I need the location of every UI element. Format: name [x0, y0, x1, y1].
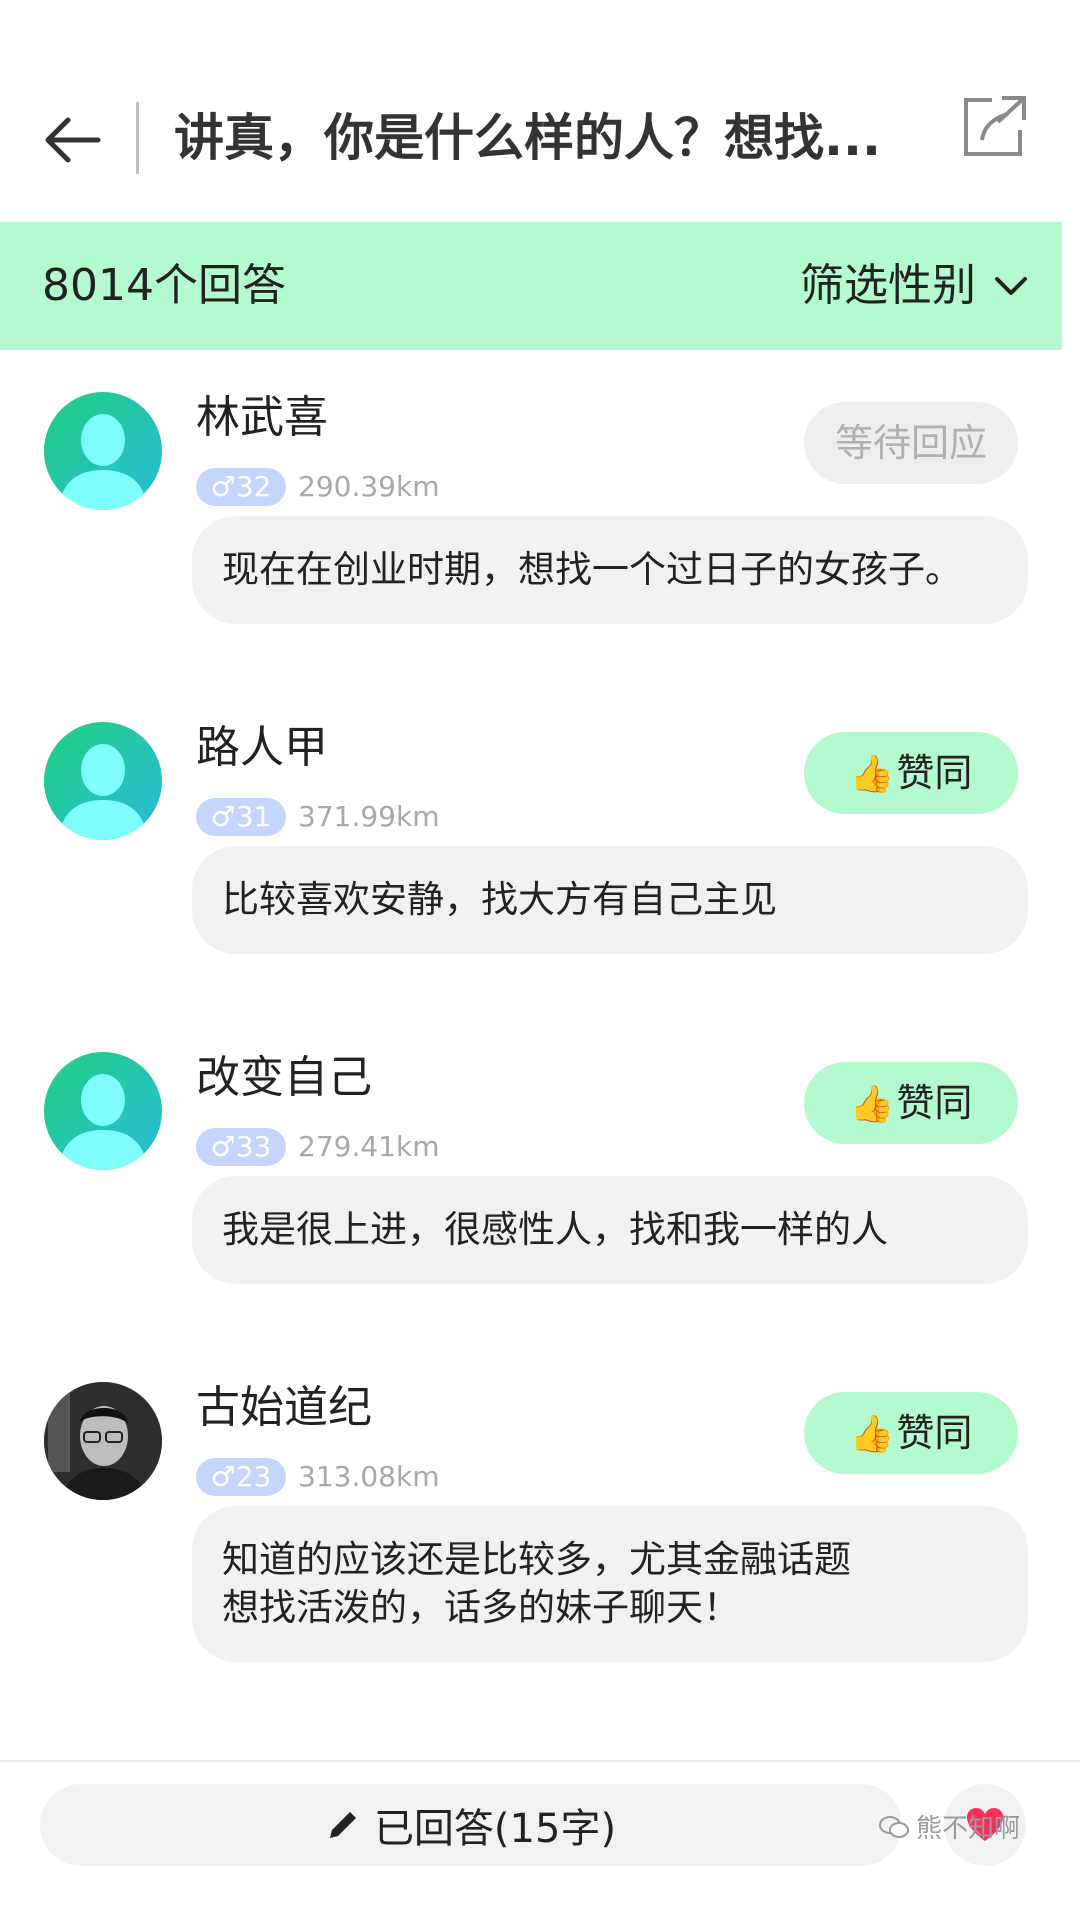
header-bar: 讲真，你是什么样的人？想找...: [0, 0, 1080, 220]
answer-text-line: 知道的应该还是比较多，尤其金融话题: [222, 1538, 851, 1581]
gender-age-badge: ♂23: [196, 1458, 286, 1496]
answer-text-line: 想找活泼的，话多的妹子聊天！: [222, 1586, 740, 1629]
thumbs-up-icon: 👍: [849, 754, 895, 795]
agree-button[interactable]: 👍赞同: [804, 1062, 1018, 1144]
answer-card: 路人甲 ♂31 371.99km 👍赞同 比较喜欢安静，找大方有自己主见: [0, 682, 1080, 1002]
thumbs-up-icon: 👍: [849, 1414, 895, 1455]
wechat-icon: [879, 1815, 909, 1838]
gender-age-badge: ♂32: [196, 468, 286, 506]
distance: 371.99km: [298, 800, 440, 833]
agree-button[interactable]: 👍赞同: [804, 1392, 1018, 1474]
thumbs-up-icon: 👍: [849, 1084, 895, 1125]
user-name: 改变自己: [196, 1052, 372, 1103]
header-divider: [136, 102, 139, 174]
agree-label: 赞同: [896, 1081, 973, 1125]
user-name: 古始道纪: [196, 1382, 372, 1433]
answer-text: 我是很上进，很感性人，找和我一样的人: [192, 1176, 1028, 1284]
answer-card: 改变自己 ♂33 279.41km 👍赞同 我是很上进，很感性人，找和我一样的人: [0, 1012, 1080, 1332]
watermark-text: 熊不知啊: [916, 1814, 1021, 1844]
default-user-icon: [58, 414, 148, 510]
replied-button[interactable]: 已回答(15字): [40, 1784, 902, 1866]
answer-count: 8014个回答: [42, 260, 286, 311]
waiting-response-button[interactable]: 等待回应: [804, 402, 1018, 484]
answer-card: 古始道纪 ♂23 313.08km 👍赞同 知道的应该还是比较多，尤其金融话题 …: [0, 1342, 1080, 1662]
share-icon[interactable]: [962, 92, 1028, 158]
gender-age-badge: ♂33: [196, 1128, 286, 1166]
replied-label: 已回答(15字): [373, 1806, 617, 1852]
answer-text: 比较喜欢安静，找大方有自己主见: [192, 846, 1028, 954]
agree-button[interactable]: 👍赞同: [804, 732, 1018, 814]
distance: 313.08km: [298, 1460, 440, 1493]
user-name: 路人甲: [196, 722, 328, 773]
gender-filter-label: 筛选性别: [800, 260, 976, 311]
back-arrow-icon[interactable]: [38, 100, 118, 180]
answers-filter-bar: 8014个回答 筛选性别: [0, 222, 1062, 350]
avatar[interactable]: [44, 722, 162, 840]
agree-label: 赞同: [896, 1411, 973, 1455]
default-user-icon: [58, 744, 148, 840]
gender-age-badge: ♂31: [196, 798, 286, 836]
pencil-icon: [329, 1812, 356, 1838]
distance: 279.41km: [298, 1130, 440, 1163]
default-user-icon: [58, 1074, 148, 1170]
avatar[interactable]: [44, 392, 162, 510]
agree-label: 赞同: [896, 751, 973, 795]
page-title: 讲真，你是什么样的人？想找...: [174, 109, 881, 167]
bottom-divider: [0, 1760, 1080, 1762]
answer-text: 知道的应该还是比较多，尤其金融话题 想找活泼的，话多的妹子聊天！: [192, 1506, 1028, 1662]
answer-card: 林武喜 ♂32 290.39km 等待回应 现在在创业时期，想找一个过日子的女孩…: [0, 352, 1080, 672]
avatar[interactable]: [44, 1052, 162, 1170]
user-photo-icon: [44, 1382, 162, 1500]
gender-filter-dropdown[interactable]: 筛选性别: [800, 256, 1028, 316]
watermark: 熊不知啊: [878, 1808, 1020, 1845]
distance: 290.39km: [298, 470, 440, 503]
answer-text: 现在在创业时期，想找一个过日子的女孩子。: [192, 516, 1028, 624]
chevron-down-icon: [995, 277, 1027, 295]
avatar[interactable]: [44, 1382, 162, 1500]
user-name: 林武喜: [196, 392, 328, 443]
